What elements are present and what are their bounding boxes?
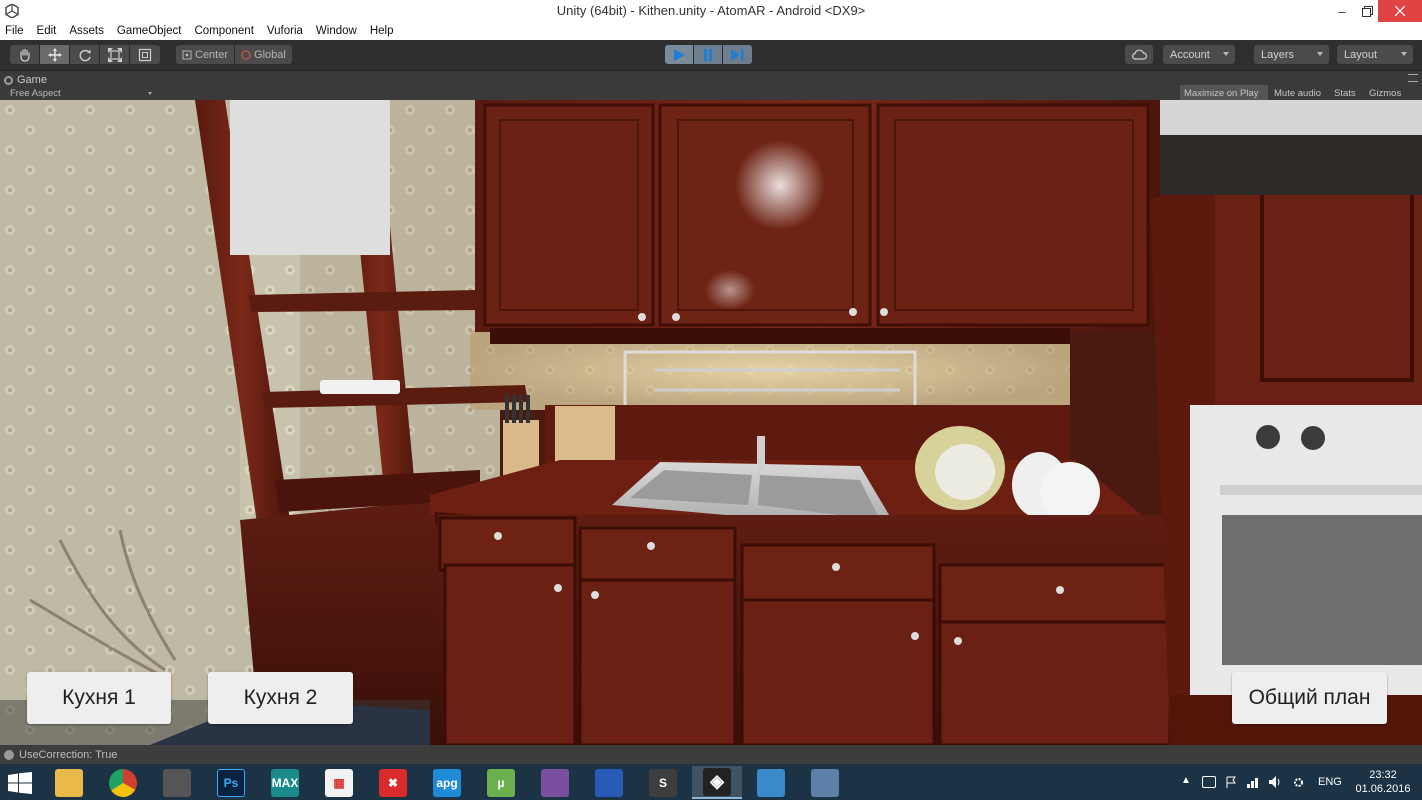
restore-icon <box>1361 5 1373 17</box>
game-panel-header: Game Free Aspect Maximize on Play Mute a… <box>0 70 1422 100</box>
status-bar: UseCorrection: True <box>0 745 1422 764</box>
info-icon <box>4 749 14 760</box>
kitchen-2-button[interactable]: Кухня 2 <box>208 672 353 724</box>
layout-label: Layout <box>1344 48 1378 61</box>
layers-dropdown[interactable]: Layers <box>1254 45 1329 64</box>
panel-menu-icon[interactable] <box>1408 74 1418 82</box>
account-dropdown[interactable]: Account <box>1163 45 1235 64</box>
overview-button[interactable]: Общий план <box>1232 672 1387 724</box>
menu-component[interactable]: Component <box>194 25 253 37</box>
clock-time: 23:32 <box>1369 769 1397 781</box>
layout-dropdown[interactable]: Layout <box>1337 45 1413 64</box>
mute-audio-toggle[interactable]: Mute audio <box>1274 88 1321 99</box>
toolbar-right: Account Layers Layout <box>0 45 1422 64</box>
chevron-up-icon[interactable]: ▲ <box>1181 775 1191 786</box>
system-tray: ▲ ENG 23:32 01.06.2016 <box>0 764 1422 800</box>
chevron-down-icon <box>1401 52 1407 56</box>
tab-game[interactable]: Game <box>4 73 47 87</box>
status-message[interactable]: UseCorrection: True <box>19 749 117 761</box>
network-icon[interactable] <box>1247 776 1261 788</box>
menu-bar: File Edit Assets GameObject Component Vu… <box>0 22 1422 40</box>
chevron-down-icon <box>1317 52 1323 56</box>
clock-date: 01.06.2016 <box>1355 783 1411 795</box>
clock[interactable]: 23:32 01.06.2016 <box>1352 768 1414 796</box>
layers-label: Layers <box>1261 48 1295 61</box>
game-tab-label: Game <box>17 74 47 86</box>
flag-icon[interactable] <box>1225 776 1239 788</box>
account-label: Account <box>1170 48 1210 61</box>
cloud-icon <box>1132 49 1147 60</box>
menu-edit[interactable]: Edit <box>37 25 57 37</box>
kitchen-1-button[interactable]: Кухня 1 <box>27 672 171 724</box>
gear-icon[interactable] <box>1292 776 1306 788</box>
game-tab-icon <box>4 75 13 85</box>
window-title: Unity (64bit) - Kithen.unity - AtomAR - … <box>556 3 866 18</box>
menu-gameobject[interactable]: GameObject <box>117 25 182 37</box>
kitchen-scene <box>0 100 1422 745</box>
device-icon[interactable] <box>1202 776 1216 788</box>
close-button[interactable] <box>1378 0 1422 22</box>
title-bar: Unity (64bit) - Kithen.unity - AtomAR - … <box>0 0 1422 22</box>
windows-taskbar: Ps MAX ▦ ✖ apg µ S ◈ ▲ ENG 23:32 01.06.2016 <box>0 764 1422 800</box>
language-indicator[interactable]: ENG <box>1318 776 1342 788</box>
maximize-on-play-toggle[interactable]: Maximize on Play <box>1184 88 1258 99</box>
speaker-icon[interactable] <box>1269 776 1283 788</box>
chevron-down-icon <box>1223 52 1229 56</box>
menu-window[interactable]: Window <box>316 25 357 37</box>
menu-vuforia[interactable]: Vuforia <box>267 25 303 37</box>
menu-help[interactable]: Help <box>370 25 394 37</box>
game-view[interactable]: Кухня 1 Кухня 2 Общий план <box>0 100 1422 745</box>
game-options: Maximize on Play Mute audio Stats Gizmos <box>0 86 1422 100</box>
menu-file[interactable]: File <box>5 25 24 37</box>
close-icon <box>1395 6 1405 16</box>
menu-assets[interactable]: Assets <box>69 25 104 37</box>
gizmos-dropdown[interactable]: Gizmos <box>1369 88 1401 99</box>
main-toolbar: Center Global Account Layers Layout <box>0 40 1422 70</box>
stats-toggle[interactable]: Stats <box>1334 88 1356 99</box>
cloud-button[interactable] <box>1125 45 1153 64</box>
